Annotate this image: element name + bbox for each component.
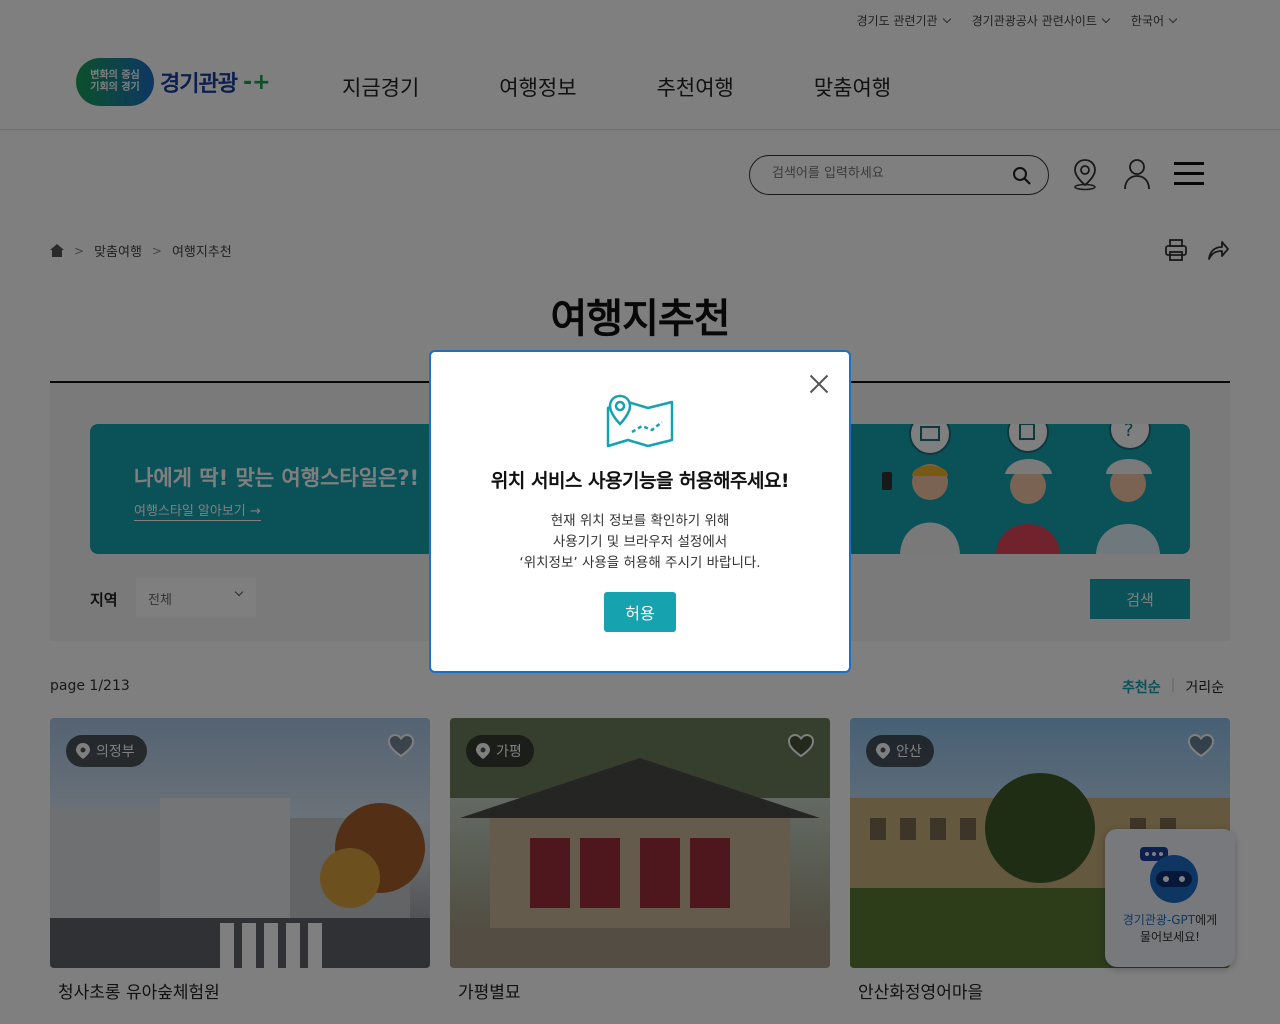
close-icon[interactable] [807, 372, 831, 396]
map-pin-icon [606, 394, 674, 448]
location-permission-modal: 위치 서비스 사용기능을 허용해주세요! 현재 위치 정보를 확인하기 위해 사… [429, 350, 851, 673]
modal-title: 위치 서비스 사용기능을 허용해주세요! [490, 470, 790, 492]
modal-description: 현재 위치 정보를 확인하기 위해 사용기기 및 브라우저 설정에서 ‘위치정보… [519, 513, 761, 571]
allow-button[interactable]: 허용 [604, 592, 676, 632]
